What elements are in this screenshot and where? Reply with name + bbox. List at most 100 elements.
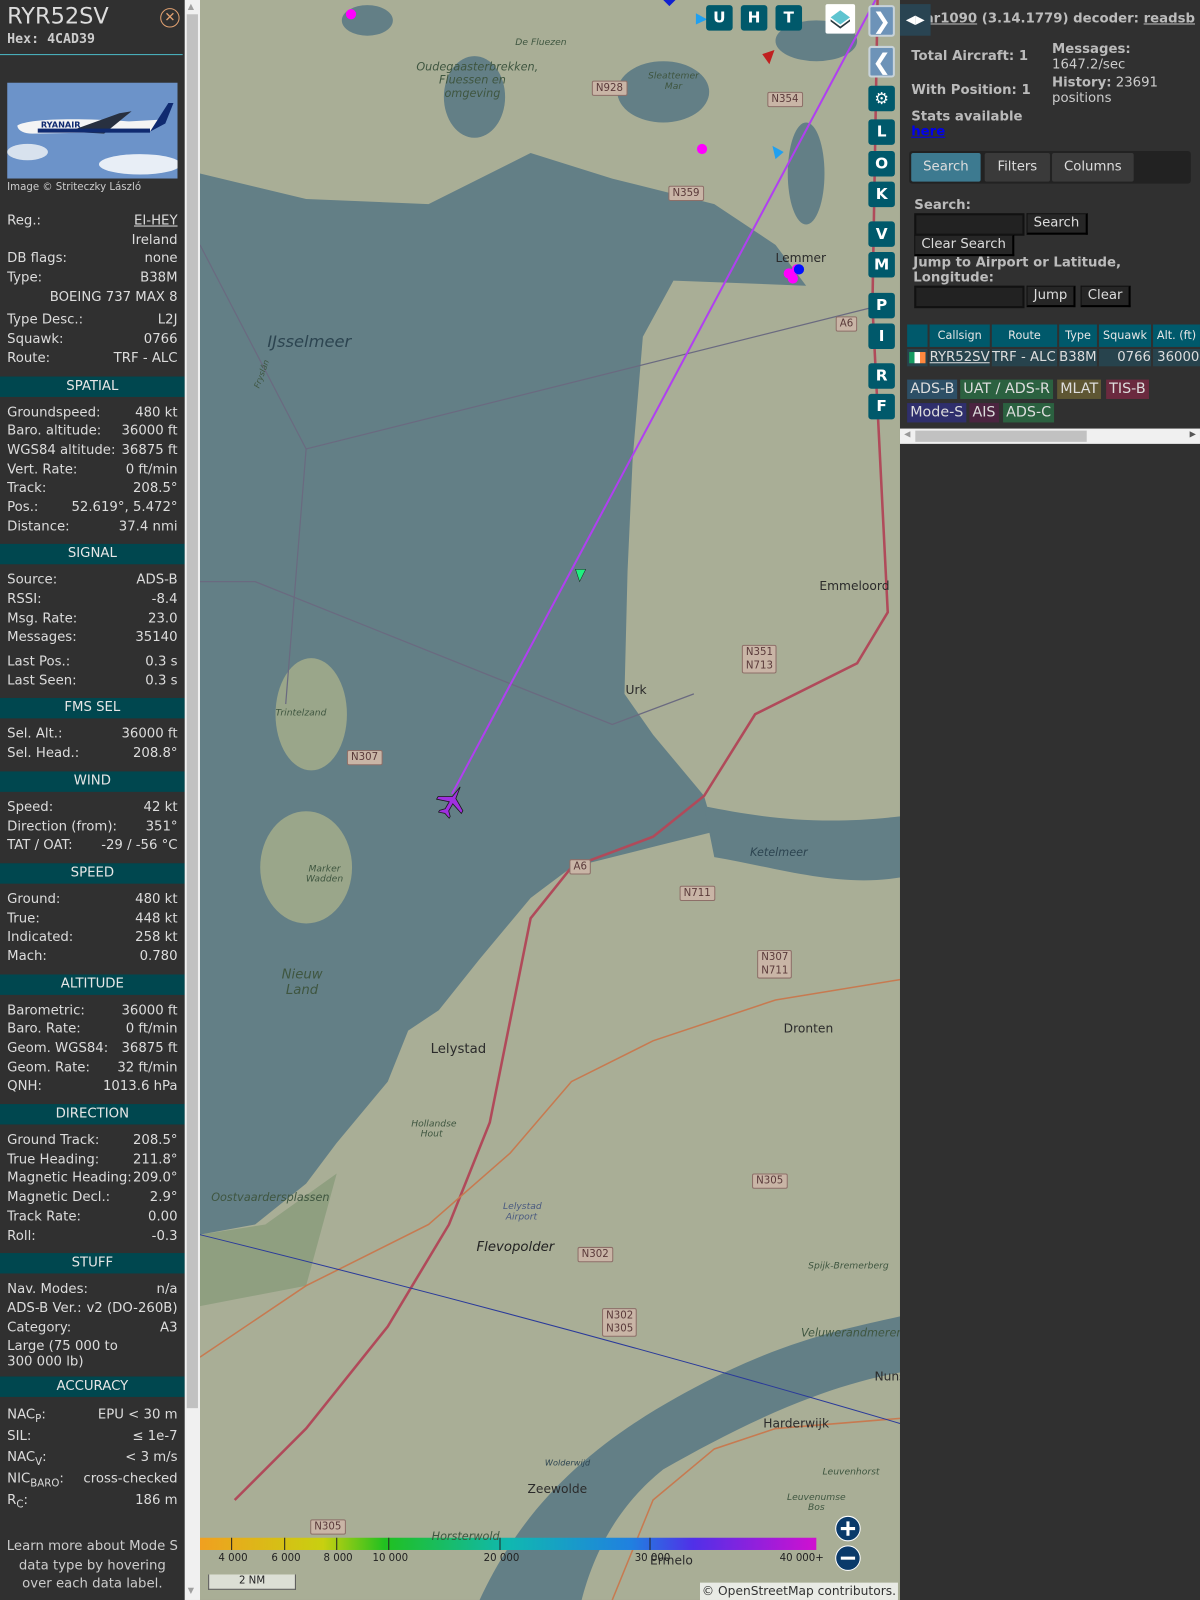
row-value: 2.9° [149,1189,178,1206]
scrollbar-thumb[interactable] [915,430,1087,442]
search-input[interactable] [914,213,1025,236]
registration-link[interactable]: EI-HEY [134,212,178,231]
layers-button[interactable] [825,4,856,34]
tab-filters[interactable]: Filters [984,153,1050,182]
sidebar-toggle-button[interactable]: ◀▶ [899,4,931,36]
row-label[interactable]: Msg. Rate: [7,610,77,629]
map-button-p[interactable]: P [868,292,895,319]
row-label[interactable]: NACP: [7,1404,46,1425]
stats-link[interactable]: here [911,124,945,139]
row-label[interactable]: NICBARO: [7,1469,64,1490]
column-header-altitude[interactable]: Alt. (ft) [1153,324,1200,347]
route-cell: TRF - ALC [991,348,1058,367]
scroll-down-icon[interactable]: ▼ [188,1586,194,1595]
row-label[interactable]: Magnetic Decl.: [7,1189,110,1208]
detail-row: True: 448 kt [0,910,185,929]
scroll-left-icon[interactable]: ◀ [904,430,910,439]
detail-row: QNH: 1013.6 hPa [0,1078,185,1097]
map-button-r[interactable]: R [868,363,895,389]
row-label[interactable]: Speed: [7,799,53,818]
row-label[interactable]: True Heading: [7,1151,99,1170]
row-label[interactable]: Distance: [7,518,69,537]
row-label[interactable]: Sel. Head.: [7,745,79,764]
expand-panel-button[interactable]: ❯ [868,5,895,37]
row-label[interactable]: Ground Track: [7,1132,99,1151]
jump-input[interactable] [914,285,1025,309]
table-horizontal-scrollbar[interactable]: ◀ ▶ [899,428,1200,444]
tab-columns[interactable]: Columns [1052,153,1134,182]
row-label[interactable]: TAT / OAT: [7,837,72,856]
row-label[interactable]: Indicated: [7,929,73,948]
scroll-up-icon[interactable]: ▲ [188,2,194,11]
map-button-o[interactable]: O [868,151,895,177]
row-label[interactable]: ADS-B Ver.: [7,1300,81,1319]
close-button[interactable]: ✕ [160,8,180,28]
jump-button[interactable]: Jump [1026,285,1076,308]
row-label[interactable]: Groundspeed: [7,404,100,423]
clear-button[interactable]: Clear [1080,285,1131,308]
legend-ads-c: ADS-C [1003,403,1055,423]
row-label[interactable]: Last Pos.: [7,653,70,672]
detail-row: Geom. Rate: 32 ft/min [0,1059,185,1078]
tab-search[interactable]: Search [911,153,981,182]
row-label[interactable]: Track Rate: [7,1208,81,1227]
detail-row: RC: 186 m [0,1490,185,1511]
row-label[interactable]: Category: [7,1319,71,1338]
row-label[interactable]: Roll: [7,1227,36,1246]
clear-search-button[interactable]: Clear Search [914,234,1015,257]
scrollbar-thumb[interactable] [186,14,198,1409]
column-header-type[interactable]: Type [1059,324,1097,347]
map-button-i[interactable]: I [868,323,895,349]
type-cell: B38M [1059,348,1097,367]
collapse-panel-button[interactable]: ❮ [868,45,895,78]
row-label[interactable]: Barometric: [7,1002,85,1021]
left-panel-scrollbar[interactable]: ▲ ▼ [184,0,200,1600]
map-button-f[interactable]: F [868,393,895,420]
map-button-u[interactable]: U [706,5,733,31]
detail-row: Geom. WGS84: 36875 ft [0,1040,185,1059]
row-label[interactable]: Messages: [7,629,77,648]
row-label[interactable]: Pos.: [7,499,38,518]
map-attribution[interactable]: © OpenStreetMap contributors. [699,1582,898,1600]
row-label[interactable]: Sel. Alt.: [7,726,62,745]
callsign-cell[interactable]: RYR52SV [929,348,990,367]
row-label[interactable]: True: [7,910,40,929]
row-label[interactable]: Track: [7,480,46,499]
aircraft-photo[interactable]: RYANAIR [7,82,178,179]
row-label[interactable]: Direction (from): [7,818,117,837]
row-label[interactable]: Ground: [7,891,60,910]
row-label[interactable]: Geom. Rate: [7,1059,90,1078]
search-button[interactable]: Search [1026,213,1088,235]
scroll-right-icon[interactable]: ▶ [1190,430,1196,439]
map-button-m[interactable]: M [868,252,895,278]
row-label[interactable]: Baro. Rate: [7,1021,81,1040]
row-label[interactable]: Geom. WGS84: [7,1040,108,1059]
decoder-link[interactable]: readsb [1144,11,1195,26]
row-label[interactable]: Last Seen: [7,672,76,691]
altitude-color-bar [199,1537,817,1550]
row-label[interactable]: QNH: [7,1078,42,1097]
row-label[interactable]: Magnetic Heading: [7,1170,132,1189]
settings-button[interactable]: ⚙ [868,85,895,112]
row-label[interactable]: Vert. Rate: [7,461,77,480]
row-label[interactable]: Source: [7,572,57,591]
map-button-k[interactable]: K [868,181,895,208]
row-value: 0.3 s [145,654,178,670]
row-label[interactable]: SIL: [7,1426,31,1447]
column-header-route[interactable]: Route [991,324,1058,347]
map-button-v[interactable]: V [868,221,895,247]
column-header-callsign[interactable]: Callsign [929,324,990,347]
row-label[interactable]: WGS84 altitude: [7,442,115,461]
map-button-h[interactable]: H [740,5,768,31]
map-button-t[interactable]: T [775,5,803,31]
map-button-l[interactable]: L [868,119,895,145]
row-label[interactable]: NACV: [7,1447,46,1468]
row-label[interactable]: RC: [7,1490,28,1511]
row-label[interactable]: Mach: [7,948,47,967]
row-label[interactable]: RSSI: [7,591,41,610]
row-label[interactable]: Baro. altitude: [7,423,101,442]
aircraft-detail-panel: RYR52SV Hex: 4CAD39 ✕ RYANAIR Image © St… [0,0,185,1600]
column-header-squawk[interactable]: Squawk [1098,324,1152,347]
column-header-flag[interactable] [907,324,928,347]
row-label[interactable]: Nav. Modes: [7,1281,88,1300]
